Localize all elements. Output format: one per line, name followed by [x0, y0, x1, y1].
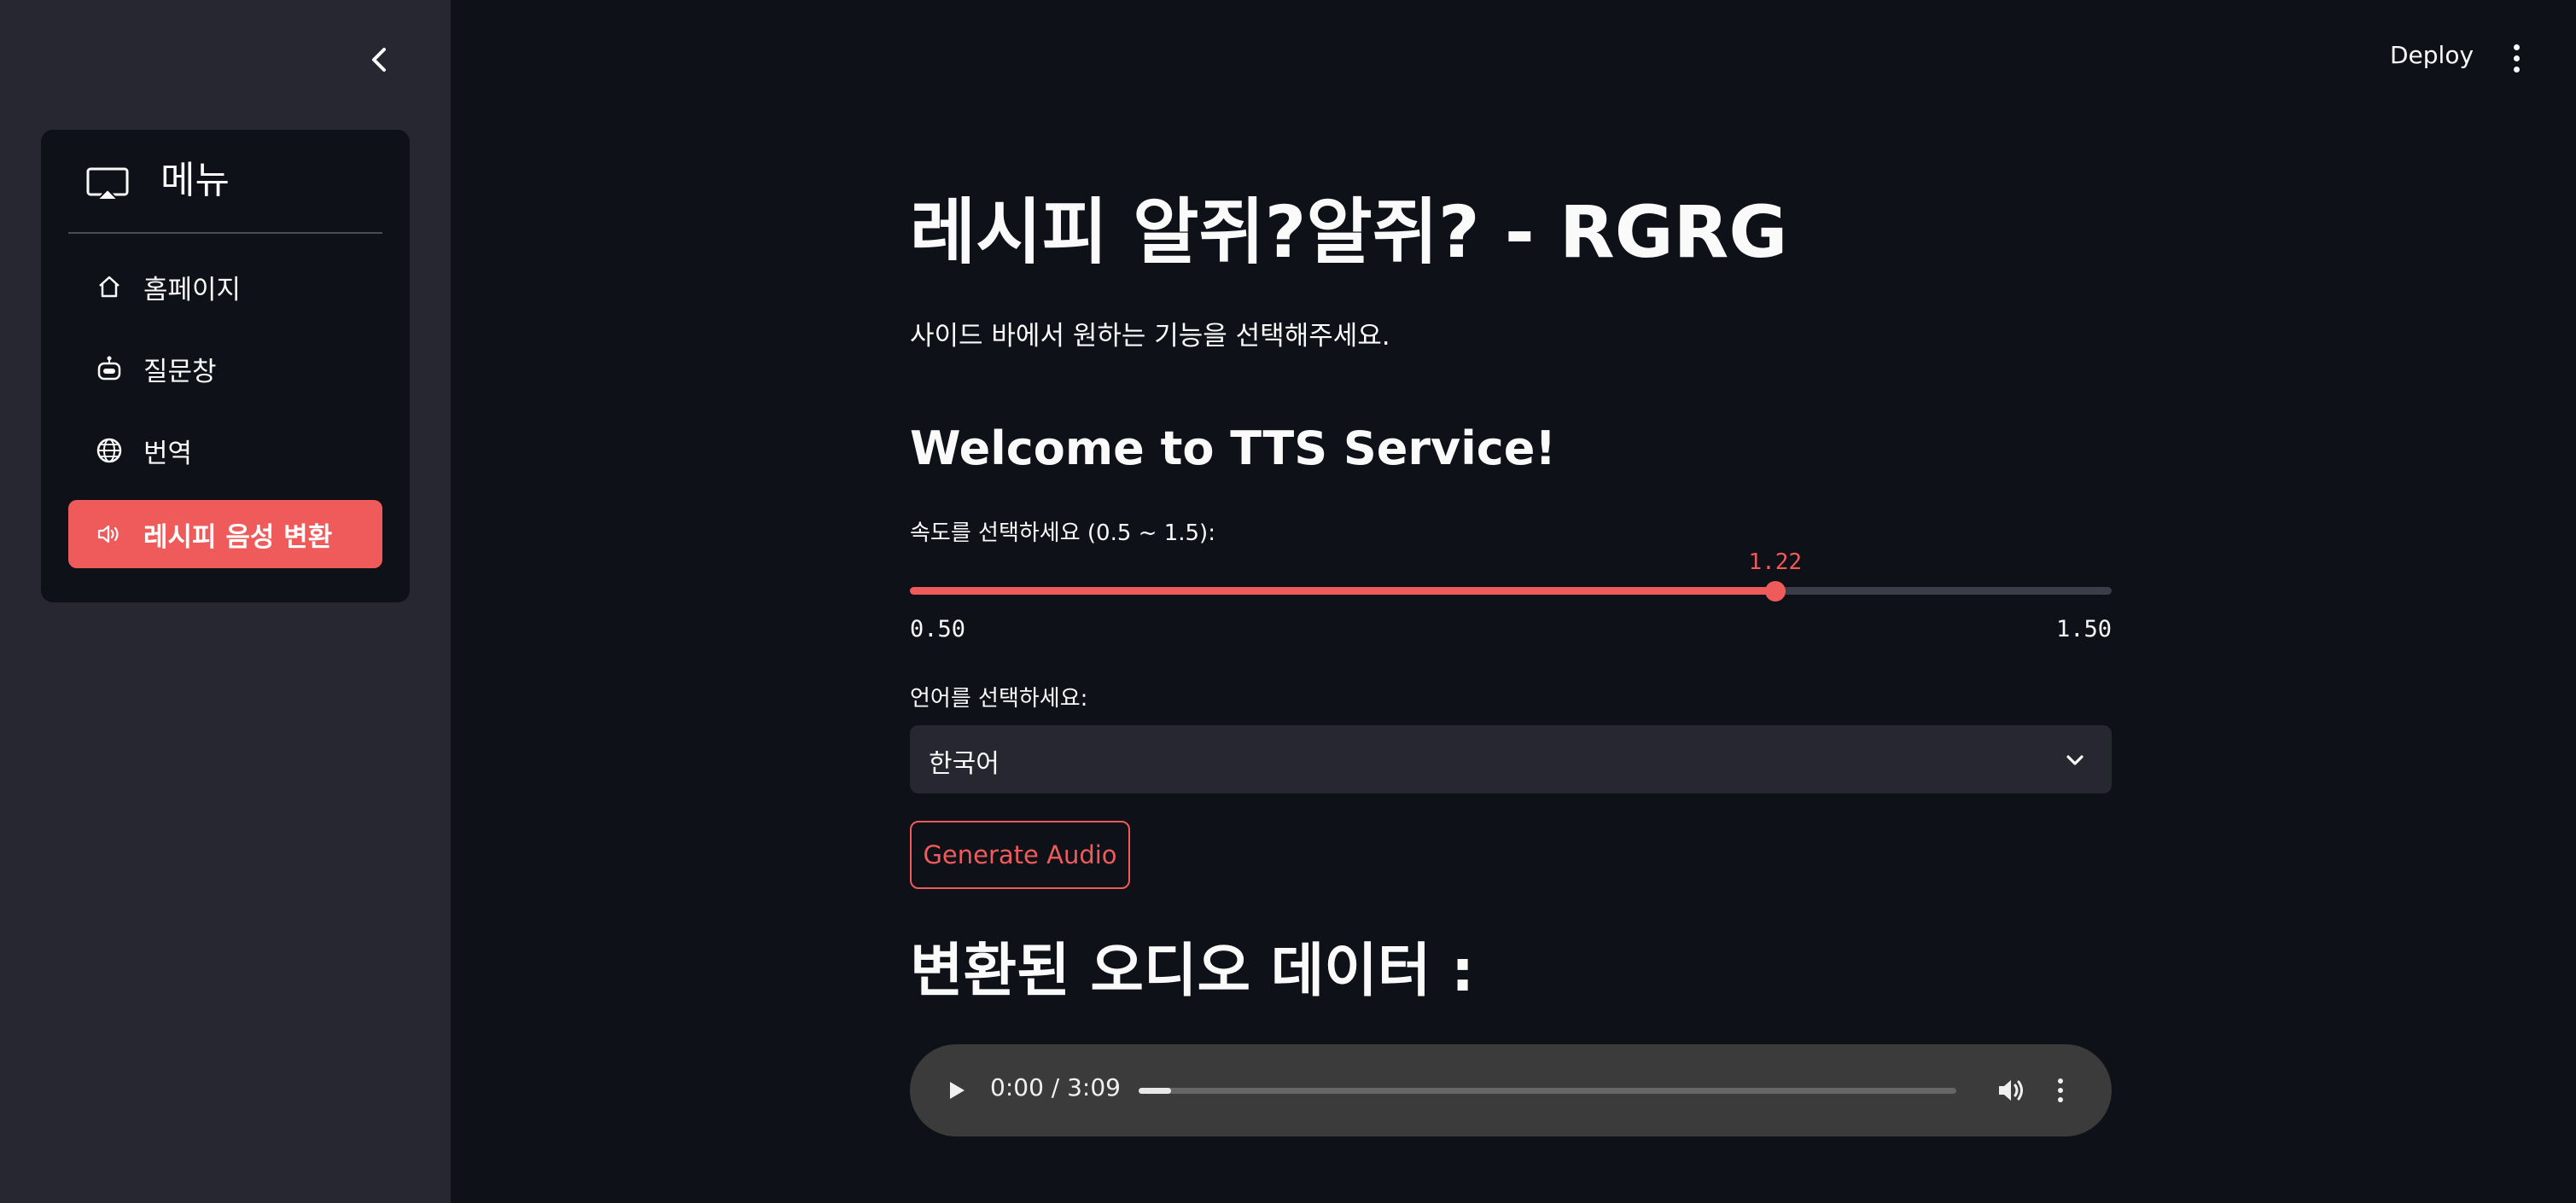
deploy-button[interactable]: Deploy — [2390, 41, 2474, 69]
slider-value: 1.22 — [1748, 549, 1803, 575]
sidebar-item-label: 레시피 음성 변환 — [143, 521, 333, 553]
audio-section-title: 변환된 오디오 데이터 : — [910, 938, 1475, 1005]
menu-divider — [68, 232, 382, 234]
house-icon — [94, 271, 125, 302]
speaker-icon — [94, 519, 125, 549]
sidebar-item-home[interactable]: 홈페이지 — [68, 253, 382, 321]
sidebar-item-recipe-tts[interactable]: 레시피 음성 변환 — [68, 500, 382, 568]
slider-min-label: 0.50 — [910, 616, 966, 642]
cast-icon — [86, 167, 129, 200]
generate-audio-button[interactable]: Generate Audio — [910, 821, 1130, 889]
sidebar-item-label: 질문창 — [143, 356, 217, 387]
slider-thumb[interactable] — [1764, 581, 1786, 602]
language-label: 언어를 선택하세요: — [910, 686, 1088, 712]
audio-progress-fill — [1139, 1088, 1172, 1094]
menu-title: 메뉴 — [160, 159, 230, 202]
robot-icon — [94, 353, 125, 384]
volume-icon[interactable] — [1994, 1073, 2028, 1107]
sidebar-item-chat[interactable]: 질문창 — [68, 334, 382, 403]
sidebar-item-translate[interactable]: 번역 — [68, 416, 382, 485]
main-menu-button[interactable] — [2501, 41, 2532, 75]
sidebar-item-label: 번역 — [143, 438, 193, 469]
play-icon[interactable] — [941, 1075, 971, 1106]
speed-label: 속도를 선택하세요 (0.5 ~ 1.5): — [910, 520, 1215, 546]
audio-time: 0:00 / 3:09 — [990, 1073, 1121, 1101]
audio-player: 0:00 / 3:09 — [910, 1044, 2112, 1136]
section-title: Welcome to TTS Service! — [910, 421, 1557, 475]
slider-fill — [910, 587, 1775, 595]
audio-more-button[interactable] — [2052, 1073, 2069, 1107]
language-selected-value: 한국어 — [929, 749, 1000, 779]
page-title: 레시피 알쥐?알쥐? - RGRG — [910, 190, 1788, 274]
more-vertical-icon — [2058, 1078, 2063, 1084]
chevron-left-icon — [372, 48, 386, 72]
menu-header: 메뉴 — [41, 130, 410, 232]
slider-max-label: 1.50 — [2055, 616, 2112, 642]
more-vertical-icon — [2513, 44, 2520, 50]
audio-progress-bar[interactable] — [1139, 1088, 1956, 1094]
sidebar-item-label: 홈페이지 — [143, 274, 242, 305]
sidebar: 메뉴 홈페이지 질문창 번역 레시피 음성 변환 — [0, 0, 451, 1203]
page-subtitle: 사이드 바에서 원하는 기능을 선택해주세요. — [910, 321, 1390, 352]
speed-slider[interactable]: 1.22 0.50 1.50 — [910, 546, 2112, 648]
option-menu: 메뉴 홈페이지 질문창 번역 레시피 음성 변환 — [41, 130, 410, 602]
globe-icon — [94, 435, 125, 466]
collapse-sidebar-button[interactable] — [362, 43, 396, 77]
language-select[interactable]: 한국어 — [910, 725, 2112, 793]
chevron-down-icon — [2066, 755, 2084, 765]
